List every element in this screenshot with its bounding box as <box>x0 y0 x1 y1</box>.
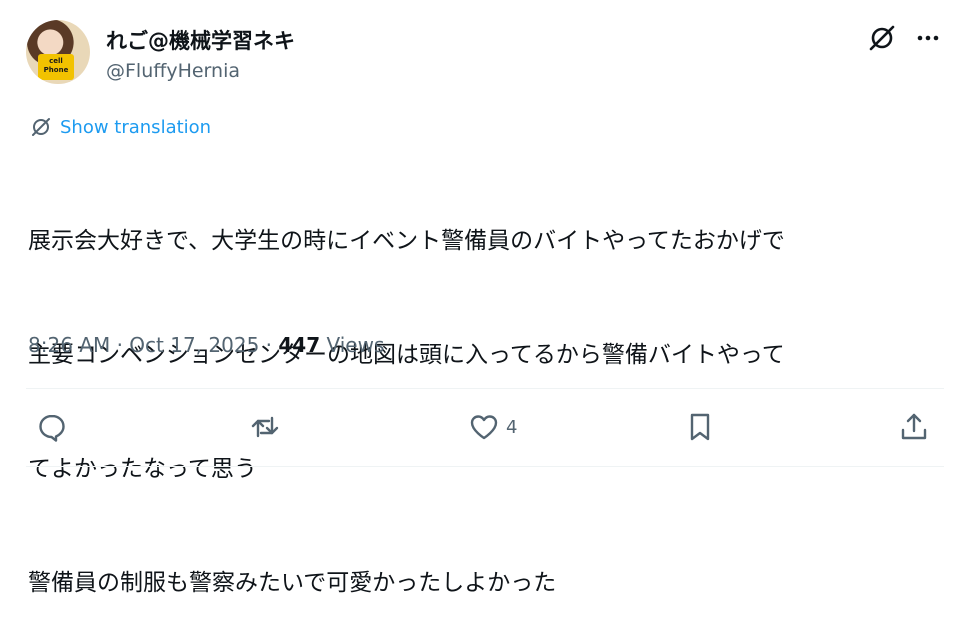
grok-icon[interactable] <box>867 23 897 53</box>
repost-button[interactable] <box>249 411 281 443</box>
post-line: 警備員の制服も警察みたいで可愛かったしよかった <box>28 570 557 596</box>
meta-separator: · <box>265 333 279 357</box>
like-icon <box>470 415 498 440</box>
show-translation-label: Show translation <box>60 116 212 138</box>
post-line: 展示会大好きで、大学生の時にイベント警備員のバイトやってたおかげで <box>28 228 785 254</box>
post-time[interactable]: 8:26 AM <box>28 333 110 357</box>
views-count: 447 <box>278 333 321 357</box>
bookmark-icon <box>690 413 710 441</box>
views-label: Views <box>326 333 385 357</box>
author-handle[interactable]: @FluffyHernia <box>106 60 240 82</box>
repost-icon <box>251 416 279 438</box>
avatar[interactable]: cell Phone <box>26 20 90 84</box>
divider <box>26 388 944 389</box>
bookmark-button[interactable] <box>684 411 716 443</box>
show-translation-link[interactable]: Show translation <box>30 116 211 138</box>
more-icon[interactable] <box>915 27 941 49</box>
reply-icon <box>39 414 65 442</box>
translate-icon <box>32 118 50 136</box>
like-button[interactable]: 4 <box>468 411 517 443</box>
avatar-phone-text: cell Phone <box>38 54 74 80</box>
post-text: 展示会大好きで、大学生の時にイベント警備員のバイトやってたおかげで 主要コンベン… <box>28 146 943 640</box>
reply-button[interactable] <box>36 411 68 443</box>
share-icon <box>901 413 927 440</box>
like-count: 4 <box>506 416 518 438</box>
post-meta: 8:26 AM · Oct 17, 2025 · 447 Views <box>28 333 384 357</box>
divider <box>26 466 944 467</box>
author-display-name[interactable]: れご@機械学習ネキ <box>106 25 295 55</box>
meta-separator: · <box>116 333 130 357</box>
post-date[interactable]: Oct 17, 2025 <box>129 333 259 357</box>
post-line: てよかったなって思う <box>28 456 257 482</box>
share-button[interactable] <box>898 411 930 443</box>
